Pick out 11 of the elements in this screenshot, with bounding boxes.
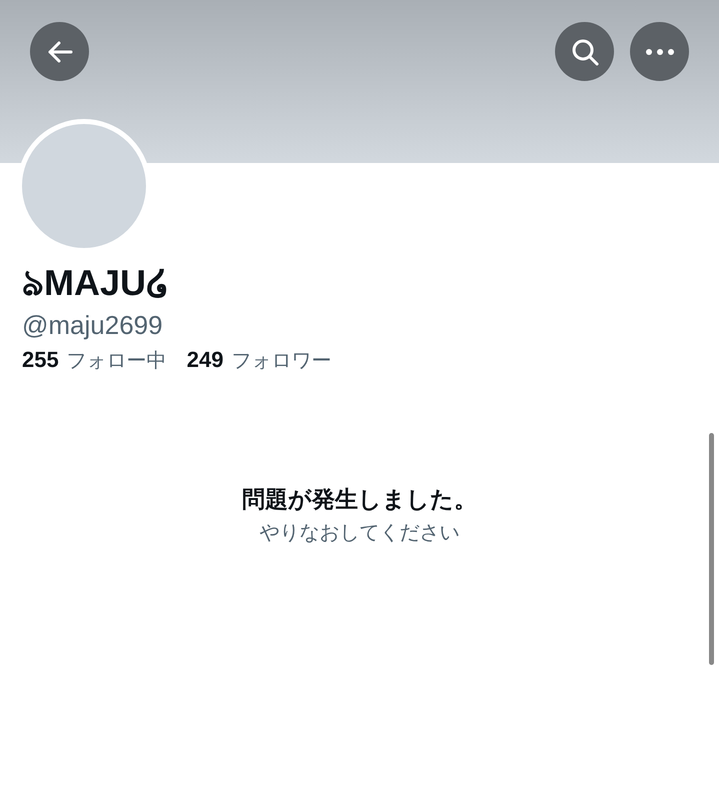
stat-label: フォロワー <box>231 347 332 374</box>
error-title: 問題が発生しました。 <box>242 486 477 515</box>
retry-hint: やりなおしてください <box>260 519 460 546</box>
search-icon <box>570 38 598 66</box>
more-icon <box>646 48 674 54</box>
user-handle: @maju2699 <box>22 309 164 342</box>
display-name: ঌMAJU໒ <box>22 261 170 305</box>
back-arrow-icon <box>46 40 72 64</box>
stat-count: 249 <box>186 347 224 373</box>
stat-label: フォロー中 <box>66 347 167 374</box>
stat-count: 255 <box>22 347 59 373</box>
